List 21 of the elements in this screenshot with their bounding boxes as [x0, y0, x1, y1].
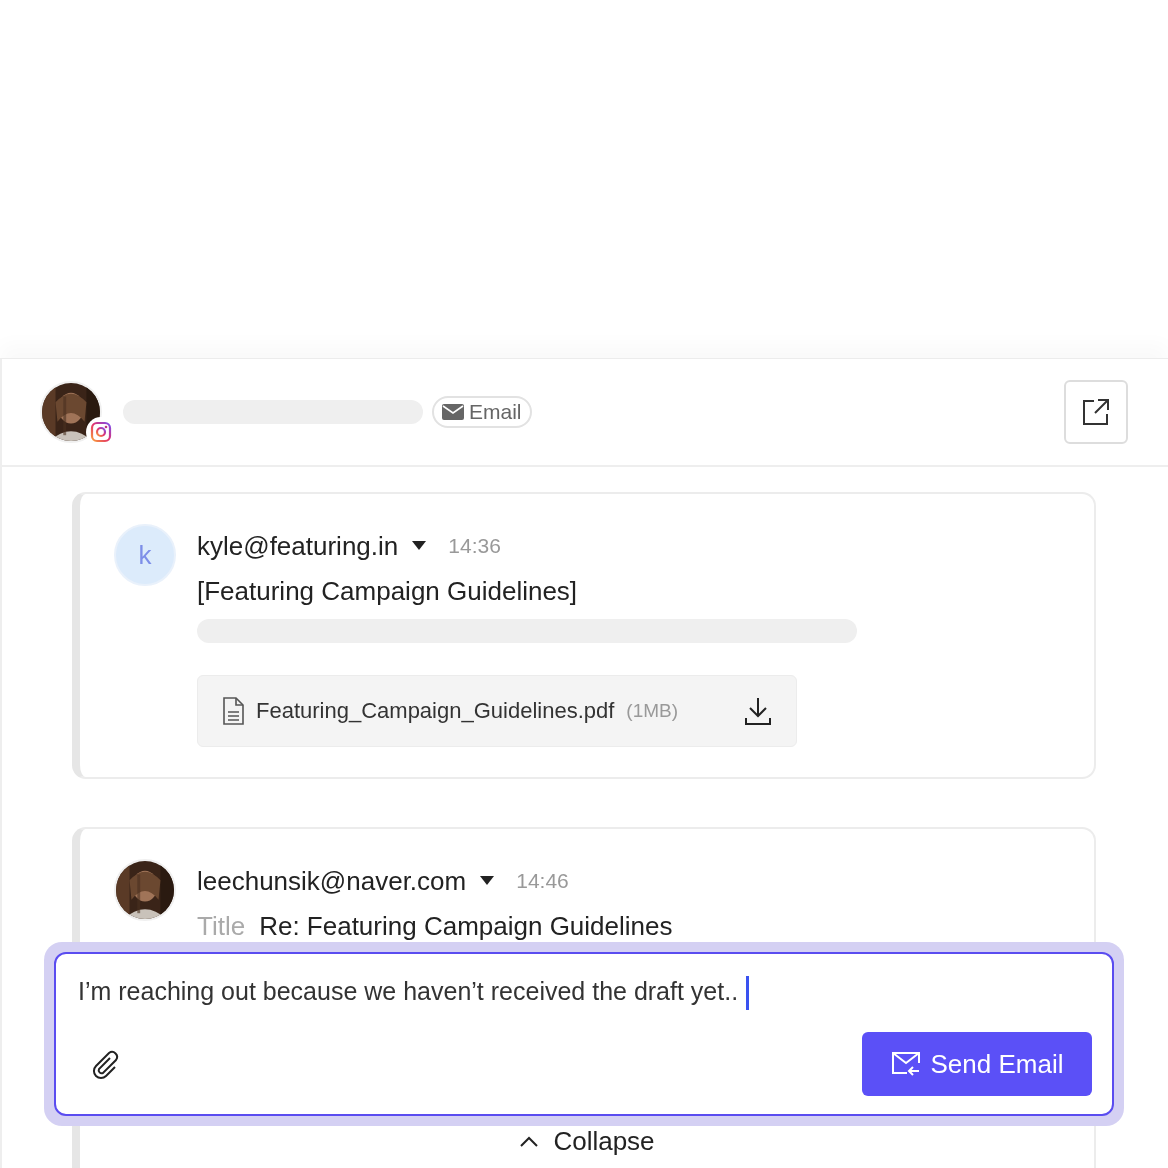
message-time: 14:46: [516, 869, 569, 893]
message-input[interactable]: I’m reaching out because we haven’t received the draft yet..: [78, 976, 1092, 1010]
message-subject: Re: Featuring Campaign Guidelines: [259, 911, 673, 942]
sender-email: leechunsik@naver.com: [197, 865, 467, 897]
open-external-button[interactable]: [1064, 380, 1128, 444]
chevron-up-icon: [519, 1135, 540, 1148]
send-email-button[interactable]: Send Email: [862, 1032, 1092, 1096]
external-link-icon: [1082, 398, 1110, 426]
attachment-chip[interactable]: Featuring_Campaign_Guidelines.pdf (1MB): [197, 675, 797, 747]
download-icon[interactable]: [744, 696, 772, 726]
title-label: Title: [197, 911, 246, 942]
letter-avatar: k: [114, 524, 176, 586]
message-time: 14:36: [448, 534, 501, 558]
document-icon: [222, 697, 244, 725]
dropdown-caret-icon[interactable]: [412, 541, 427, 551]
mail-reply-icon: [890, 1051, 921, 1077]
collapse-button[interactable]: Collapse: [519, 1126, 655, 1157]
sender-email: kyle@featuring.in: [197, 530, 399, 562]
channel-badge: Email: [432, 396, 532, 428]
message-subject: [Featuring Campaign Guidelines]: [197, 576, 579, 607]
dropdown-caret-icon[interactable]: [480, 876, 495, 886]
